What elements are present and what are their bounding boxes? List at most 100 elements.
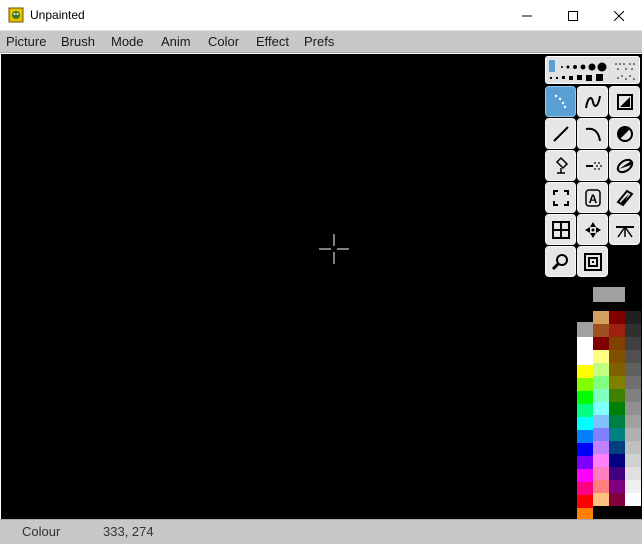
palette-colour-cell[interactable] [625, 493, 641, 506]
palette-colour-cell[interactable] [577, 456, 593, 469]
palette-colour-cell[interactable] [609, 402, 625, 415]
palette-colour-cell[interactable] [625, 467, 641, 480]
drawing-canvas[interactable] [1, 54, 543, 519]
palette-colour-cell[interactable] [593, 350, 609, 363]
palette-colour-cell[interactable] [593, 428, 609, 441]
palette-colour-cell[interactable] [609, 441, 625, 454]
filled-rectangle-tool[interactable] [609, 86, 640, 117]
palette-colour-cell[interactable] [609, 389, 625, 402]
palette-colour-cell[interactable] [625, 350, 641, 363]
palette-colour-cell[interactable] [593, 415, 609, 428]
symmetry-tool[interactable] [577, 214, 608, 245]
svg-text:A: A [588, 192, 597, 206]
palette-colour-cell[interactable] [609, 493, 625, 506]
palette-colour-cell[interactable] [625, 337, 641, 350]
status-label: Colour [22, 524, 61, 539]
grid-tool[interactable] [545, 214, 576, 245]
magnify-tool[interactable] [545, 246, 576, 277]
palette-colour-cell[interactable] [609, 480, 625, 493]
palette-colour-cell[interactable] [609, 376, 625, 389]
palette-colour-cell[interactable] [625, 402, 641, 415]
fill-bucket-icon [555, 156, 568, 174]
palette-colour-cell[interactable] [593, 441, 609, 454]
palette-colour-cell[interactable] [577, 495, 593, 508]
palette-colour-cell[interactable] [625, 454, 641, 467]
palette-colour-cell[interactable] [593, 467, 609, 480]
palette-colour-cell[interactable] [593, 311, 609, 324]
filled-ellipse-tool[interactable] [609, 150, 640, 181]
airbrush-tool[interactable] [577, 150, 608, 181]
palette-colour-cell[interactable] [609, 350, 625, 363]
perspective-tool[interactable] [609, 214, 640, 245]
text-tool[interactable]: A [577, 182, 608, 213]
menu-bar: Picture Brush Mode Anim Color Effect Pre… [0, 31, 642, 53]
palette-colour-cell[interactable] [625, 389, 641, 402]
brush-size-selector[interactable] [545, 56, 640, 84]
brush-shapes-icon [549, 60, 635, 81]
palette-colour-cell[interactable] [609, 311, 625, 324]
menu-mode[interactable]: Mode [111, 34, 144, 49]
palette-colour-cell[interactable] [609, 467, 625, 480]
fill-bucket-tool[interactable] [545, 150, 576, 181]
palette-colour-cell[interactable] [625, 480, 641, 493]
freehand-line-tool[interactable] [577, 86, 608, 117]
palette-colour-cell[interactable] [625, 441, 641, 454]
palette-colour-cell[interactable] [593, 324, 609, 337]
palette-colour-cell[interactable] [577, 378, 593, 391]
menu-brush[interactable]: Brush [61, 34, 95, 49]
palette-colour-cell[interactable] [577, 352, 593, 365]
magnify-icon [551, 253, 568, 270]
palette-colour-cell[interactable] [577, 391, 593, 404]
palette-colour-cell[interactable] [609, 363, 625, 376]
palette-colour-cell[interactable] [625, 415, 641, 428]
paint-app-icon [8, 7, 24, 23]
airbrush-icon [585, 161, 602, 170]
palette-colour-cell[interactable] [593, 389, 609, 402]
menu-picture[interactable]: Picture [6, 34, 46, 49]
palette-colour-cell[interactable] [577, 417, 593, 430]
palette-colour-cell[interactable] [593, 402, 609, 415]
filled-circle-tool[interactable] [609, 118, 640, 149]
palette-colour-cell[interactable] [577, 469, 593, 482]
palette-colour-cell[interactable] [593, 493, 609, 506]
palette-colour-cell[interactable] [625, 311, 641, 324]
palette-colour-cell[interactable] [593, 363, 609, 376]
background-colour-swatch[interactable] [577, 322, 593, 337]
palette-colour-cell[interactable] [609, 454, 625, 467]
palette-colour-cell[interactable] [593, 480, 609, 493]
palette-colour-cell[interactable] [577, 482, 593, 495]
menu-prefs[interactable]: Prefs [304, 34, 334, 49]
filled-polygon-icon [615, 189, 634, 206]
filled-polygon-tool[interactable] [609, 182, 640, 213]
palette-colour-cell[interactable] [609, 337, 625, 350]
palette-colour-cell[interactable] [577, 365, 593, 378]
close-button[interactable] [596, 0, 642, 31]
curve-tool[interactable] [577, 118, 608, 149]
palette-colour-cell[interactable] [625, 428, 641, 441]
palette-colour-cell[interactable] [593, 337, 609, 350]
menu-effect[interactable]: Effect [256, 34, 289, 49]
maximize-button[interactable] [550, 0, 596, 31]
palette-colour-cell[interactable] [609, 324, 625, 337]
palette-colour-cell[interactable] [577, 430, 593, 443]
palette-colour-cell[interactable] [577, 404, 593, 417]
palette-colour-cell[interactable] [625, 376, 641, 389]
palette-colour-cell[interactable] [625, 363, 641, 376]
menu-color[interactable]: Color [208, 34, 239, 49]
palette-colour-cell[interactable] [609, 415, 625, 428]
palette-colour-cell[interactable] [593, 454, 609, 467]
filled-rectangle-icon [616, 93, 633, 110]
palette-colour-cell[interactable] [577, 443, 593, 456]
menu-anim[interactable]: Anim [161, 34, 191, 49]
straight-line-tool[interactable] [545, 118, 576, 149]
foreground-colour-swatch[interactable] [577, 337, 593, 352]
palette-colour-cell[interactable] [593, 376, 609, 389]
palette-colour-cell[interactable] [609, 428, 625, 441]
freehand-dots-tool[interactable] [545, 86, 576, 117]
freehand-line-icon [584, 95, 601, 108]
frame-tool[interactable] [577, 246, 608, 277]
brush-select-tool[interactable] [545, 182, 576, 213]
minimize-button[interactable] [504, 0, 550, 31]
selected-colour-swatch[interactable] [593, 287, 625, 302]
palette-colour-cell[interactable] [625, 324, 641, 337]
